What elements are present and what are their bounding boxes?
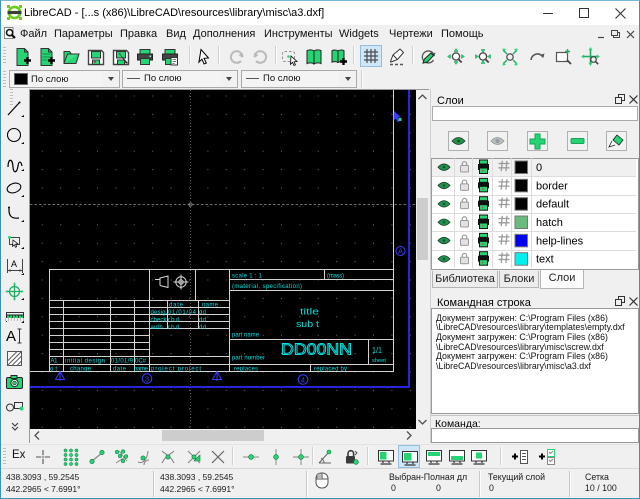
- svg-text:initial design: initial design: [65, 359, 105, 365]
- svg-text:default: default: [536, 199, 569, 211]
- svg-text:dd: dd: [199, 318, 206, 324]
- svg-text:change: change: [70, 367, 92, 373]
- svg-text:name: name: [202, 303, 219, 309]
- svg-text:border: border: [536, 180, 568, 192]
- svg-text:date: date: [169, 303, 184, 309]
- svg-text:project project: project project: [151, 367, 201, 373]
- svg-text:0: 0: [536, 162, 542, 174]
- svg-text:3: 3: [145, 374, 149, 383]
- svg-text:4: 4: [301, 375, 305, 384]
- svg-text:rbd: rbd: [168, 325, 179, 331]
- svg-text:DD00NN: DD00NN: [281, 342, 352, 359]
- svg-text:dd: dd: [199, 325, 206, 331]
- svg-text:part name: part name: [232, 333, 260, 339]
- svg-text:01/01/9: 01/01/9: [111, 359, 134, 365]
- svg-text:0C#: 0C#: [135, 359, 147, 365]
- svg-text:date: date: [113, 367, 127, 373]
- svg-text:dd: dd: [199, 310, 206, 316]
- svg-text:rbd: rbd: [168, 318, 179, 324]
- svg-text:1/1: 1/1: [372, 345, 382, 355]
- svg-text:replaces: replaces: [234, 367, 258, 373]
- svg-text:(mass): (mass): [327, 274, 344, 280]
- svg-text:sub t: sub t: [296, 319, 319, 330]
- svg-text:part number: part number: [232, 356, 265, 362]
- svg-text:A: A: [6, 328, 16, 345]
- svg-text:sheet: sheet: [372, 358, 386, 364]
- svg-text:A1: A1: [51, 359, 59, 365]
- svg-text:A: A: [398, 247, 403, 256]
- svg-text:(material, specification): (material, specification): [232, 284, 302, 290]
- svg-text:hatch: hatch: [536, 217, 563, 229]
- svg-text:text: text: [536, 254, 554, 266]
- svg-text:scale 1 : 1: scale 1 : 1: [232, 274, 263, 280]
- svg-text:replaced by: replaced by: [314, 367, 347, 373]
- svg-text:check: check: [151, 318, 168, 324]
- svg-text:A: A: [11, 259, 17, 269]
- svg-text:name: name: [134, 367, 149, 373]
- svg-text:01/01/04: 01/01/04: [168, 310, 197, 316]
- svg-text:help-lines: help-lines: [536, 235, 584, 247]
- svg-text:title: title: [300, 307, 319, 318]
- svg-text:desig.: desig.: [151, 310, 168, 316]
- svg-text:auth.: auth.: [151, 325, 165, 331]
